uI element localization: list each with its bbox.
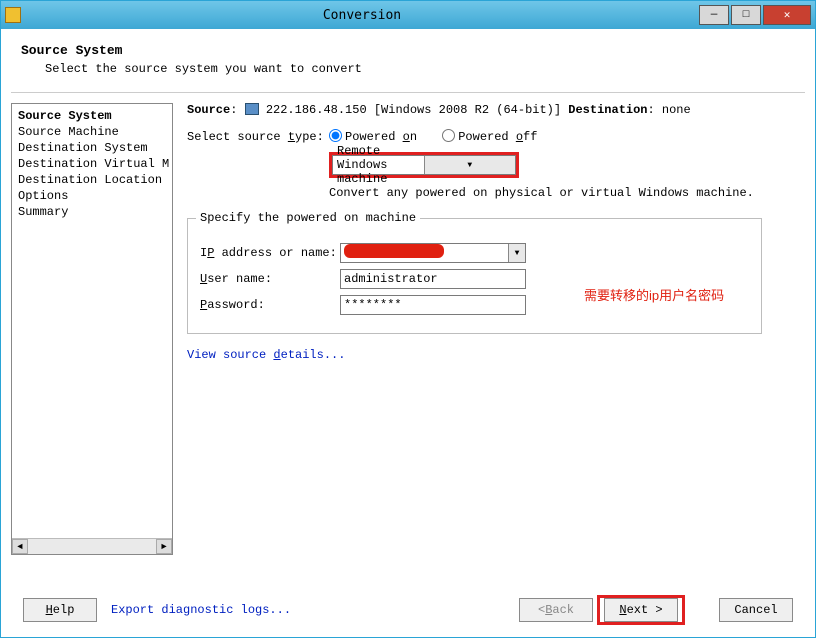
nav-h-scrollbar[interactable]: ◄ ► <box>12 538 172 554</box>
username-input[interactable]: administrator <box>340 269 526 289</box>
password-input[interactable]: ******** <box>340 295 526 315</box>
destination-label: Destination <box>568 103 647 117</box>
step-summary[interactable]: Summary <box>18 204 172 220</box>
maximize-button[interactable]: □ <box>731 5 761 25</box>
radio-powered-on-input[interactable] <box>329 129 342 142</box>
chevron-down-icon[interactable]: ▼ <box>424 156 516 174</box>
page-title: Source System <box>21 43 795 58</box>
source-dest-line: Source: 222.186.48.150 [Windows 2008 R2 … <box>187 103 797 117</box>
scroll-left-icon[interactable]: ◄ <box>12 539 28 554</box>
help-button[interactable]: Help <box>23 598 97 622</box>
annotation-text: 需要转移的ip用户名密码 <box>584 285 724 304</box>
scroll-right-icon[interactable]: ► <box>156 539 172 554</box>
source-label: Source <box>187 103 230 117</box>
minimize-button[interactable]: — <box>699 5 729 25</box>
radio-powered-off[interactable]: Powered off <box>442 130 537 144</box>
user-label: User name: <box>200 272 340 286</box>
radio-powered-on[interactable]: Powered on <box>329 130 417 144</box>
ip-redacted <box>344 244 444 258</box>
source-type-combo-value: Remote Windows machine <box>333 144 424 186</box>
source-type-label: Select source type: <box>187 130 329 144</box>
source-combo-row: Remote Windows machine ▼ <box>187 152 797 178</box>
window-buttons: — □ ✕ <box>697 5 811 25</box>
monitor-icon <box>245 103 259 115</box>
highlight-box-next: Next > <box>597 595 685 625</box>
ip-row: IP address or name: ▼ <box>200 243 749 263</box>
page-subtitle: Select the source system you want to con… <box>45 62 795 76</box>
pass-label: Password: <box>200 298 340 312</box>
chevron-down-icon[interactable]: ▼ <box>508 244 525 262</box>
step-destination-location[interactable]: Destination Location <box>18 172 172 188</box>
step-source-machine[interactable]: Source Machine <box>18 124 172 140</box>
step-destination-system[interactable]: Destination System <box>18 140 172 156</box>
source-type-hint: Convert any powered on physical or virtu… <box>329 186 797 200</box>
wizard-header: Source System Select the source system y… <box>1 29 815 86</box>
main-panel: Source: 222.186.48.150 [Windows 2008 R2 … <box>173 103 805 555</box>
source-value: 222.186.48.150 [Windows 2008 R2 (64-bit)… <box>266 103 561 117</box>
close-button[interactable]: ✕ <box>763 5 811 25</box>
machine-group-legend: Specify the powered on machine <box>196 211 420 225</box>
next-button[interactable]: Next > <box>604 598 678 622</box>
step-source-system[interactable]: Source System <box>18 108 172 124</box>
source-type-row: Select source type: Powered on Powered o… <box>187 129 797 144</box>
app-icon <box>5 7 21 23</box>
radio-powered-off-input[interactable] <box>442 129 455 142</box>
footer: Help Export diagnostic logs... < Back Ne… <box>1 595 815 625</box>
wizard-steps: Source System Source Machine Destination… <box>11 103 173 555</box>
ip-input[interactable]: ▼ <box>340 243 526 263</box>
step-options[interactable]: Options <box>18 188 172 204</box>
highlight-box-combo: Remote Windows machine ▼ <box>329 152 519 178</box>
destination-value: none <box>662 103 691 117</box>
titlebar: Conversion — □ ✕ <box>1 1 815 29</box>
source-type-combo[interactable]: Remote Windows machine ▼ <box>332 155 516 175</box>
window-title: Conversion <box>27 8 697 23</box>
cancel-button[interactable]: Cancel <box>719 598 793 622</box>
ip-label: IP address or name: <box>200 246 340 260</box>
view-source-details-link[interactable]: View source details... <box>187 348 345 362</box>
back-button[interactable]: < Back <box>519 598 593 622</box>
machine-group: Specify the powered on machine IP addres… <box>187 218 762 334</box>
export-diagnostic-link[interactable]: Export diagnostic logs... <box>111 603 291 617</box>
step-destination-vm[interactable]: Destination Virtual M <box>18 156 172 172</box>
